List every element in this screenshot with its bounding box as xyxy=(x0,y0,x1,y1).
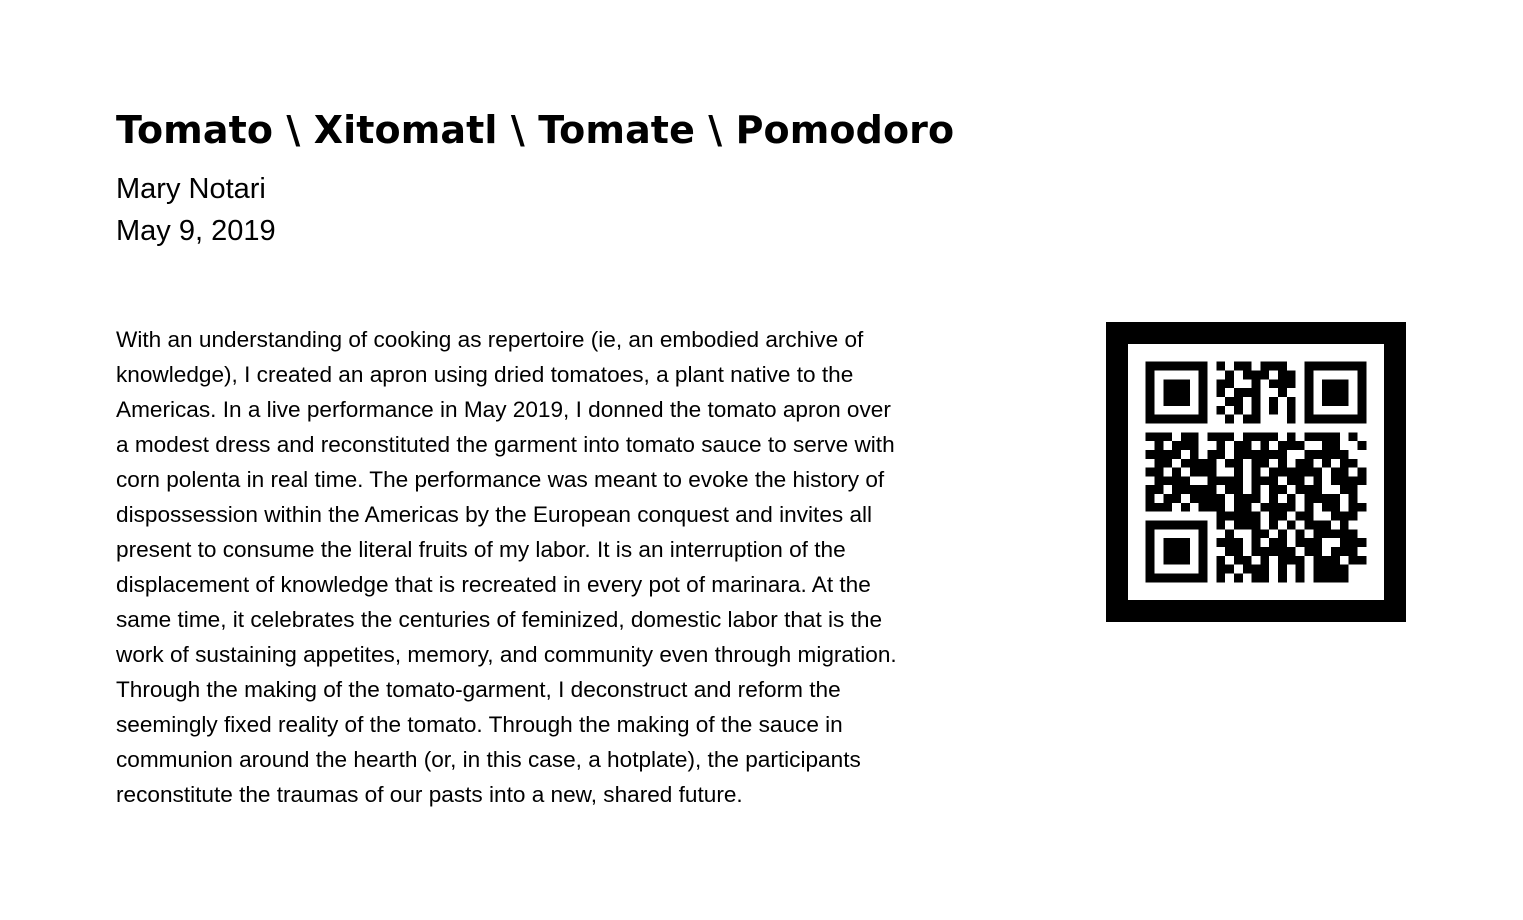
publication-date: May 9, 2019 xyxy=(116,215,276,247)
author-name: Mary Notari xyxy=(116,173,266,205)
artist-statement: With an understanding of cooking as repe… xyxy=(116,327,897,807)
qr-code-icon[interactable] xyxy=(1128,344,1384,600)
qr-code-frame[interactable] xyxy=(1106,322,1406,622)
page-title: Tomato \ Xitomatl \ Tomate \ Pomodoro xyxy=(116,108,955,152)
